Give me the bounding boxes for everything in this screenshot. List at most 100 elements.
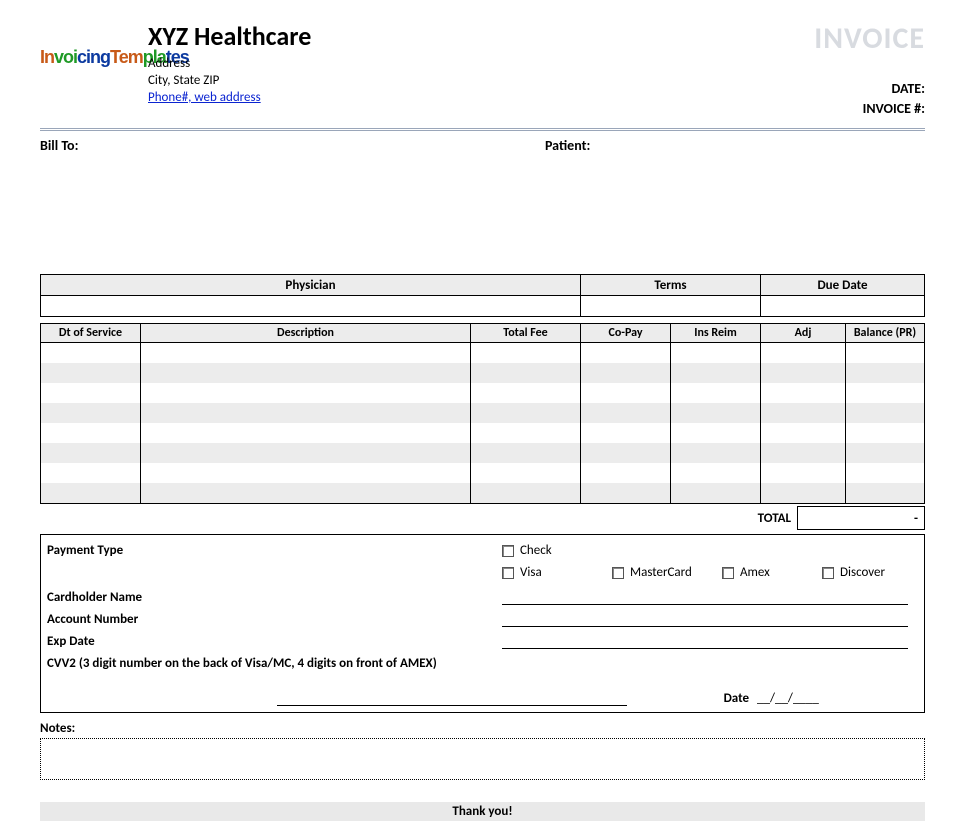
item-cell-desc[interactable]	[141, 443, 471, 463]
item-cell-copay[interactable]	[581, 423, 671, 443]
item-cell-reim[interactable]	[671, 463, 761, 483]
item-cell-desc[interactable]	[141, 363, 471, 383]
item-cell-copay[interactable]	[581, 443, 671, 463]
item-cell-fee[interactable]	[471, 443, 581, 463]
item-cell-bal[interactable]	[846, 423, 925, 443]
exp-label: Exp Date	[47, 634, 502, 649]
logo-part-3: cing	[77, 47, 110, 67]
total-label: TOTAL	[40, 507, 798, 530]
item-cell-adj[interactable]	[761, 443, 846, 463]
item-cell-dt[interactable]	[41, 423, 141, 443]
checkbox-mastercard[interactable]	[612, 567, 624, 579]
item-cell-adj[interactable]	[761, 403, 846, 423]
summary-due-date-value[interactable]	[761, 296, 925, 317]
item-cell-adj[interactable]	[761, 483, 846, 504]
item-cell-dt[interactable]	[41, 363, 141, 383]
item-cell-fee[interactable]	[471, 363, 581, 383]
checkbox-check[interactable]	[502, 545, 514, 557]
item-cell-copay[interactable]	[581, 463, 671, 483]
item-cell-reim[interactable]	[671, 483, 761, 504]
item-cell-bal[interactable]	[846, 363, 925, 383]
payment-type-label: Payment Type	[47, 543, 502, 558]
summary-header-physician: Physician	[41, 275, 581, 296]
item-cell-fee[interactable]	[471, 483, 581, 504]
company-address-2: City, State ZIP	[148, 73, 657, 90]
item-cell-fee[interactable]	[471, 343, 581, 364]
item-cell-reim[interactable]	[671, 443, 761, 463]
item-cell-fee[interactable]	[471, 463, 581, 483]
item-cell-bal[interactable]	[846, 443, 925, 463]
item-cell-adj[interactable]	[761, 463, 846, 483]
col-total-fee: Total Fee	[471, 324, 581, 343]
item-cell-bal[interactable]	[846, 463, 925, 483]
meta-date-label: DATE:	[665, 79, 925, 99]
col-ins-reim: Ins Reim	[671, 324, 761, 343]
footer-thank-you: Thank you!	[40, 802, 925, 821]
item-cell-copay[interactable]	[581, 403, 671, 423]
summary-header-terms: Terms	[581, 275, 761, 296]
account-label: Account Number	[47, 612, 502, 627]
item-cell-copay[interactable]	[581, 383, 671, 403]
summary-physician-value[interactable]	[41, 296, 581, 317]
signature-line[interactable]	[277, 691, 627, 706]
item-cell-bal[interactable]	[846, 343, 925, 364]
item-cell-adj[interactable]	[761, 423, 846, 443]
notes-box[interactable]	[40, 738, 925, 780]
item-cell-reim[interactable]	[671, 423, 761, 443]
item-cell-adj[interactable]	[761, 383, 846, 403]
item-cell-dt[interactable]	[41, 483, 141, 504]
col-balance-pr: Balance (PR)	[846, 324, 925, 343]
logo: InvoicingTemplates	[40, 48, 140, 66]
item-cell-adj[interactable]	[761, 363, 846, 383]
item-cell-dt[interactable]	[41, 443, 141, 463]
signature-date-value[interactable]: __/__/____	[757, 691, 897, 706]
total-value: -	[798, 507, 925, 530]
exp-field[interactable]	[502, 634, 908, 649]
item-cell-copay[interactable]	[581, 363, 671, 383]
summary-header-due-date: Due Date	[761, 275, 925, 296]
payment-box: Payment Type Check Visa MasterCard Amex …	[40, 534, 925, 713]
company-contact-link[interactable]: Phone#, web address	[148, 90, 261, 105]
header-divider	[40, 128, 925, 131]
item-cell-bal[interactable]	[846, 483, 925, 504]
item-cell-fee[interactable]	[471, 383, 581, 403]
item-cell-reim[interactable]	[671, 383, 761, 403]
col-co-pay: Co-Pay	[581, 324, 671, 343]
account-field[interactable]	[502, 612, 908, 627]
item-cell-desc[interactable]	[141, 343, 471, 364]
cardholder-field[interactable]	[502, 590, 908, 605]
item-cell-desc[interactable]	[141, 463, 471, 483]
logo-part-2: voi	[54, 47, 77, 67]
item-cell-desc[interactable]	[141, 423, 471, 443]
item-cell-adj[interactable]	[761, 343, 846, 364]
cardholder-label: Cardholder Name	[47, 590, 502, 605]
bill-to-label: Bill To:	[40, 137, 545, 154]
payopt-amex: Amex	[740, 565, 770, 580]
cvv-label: CVV2 (3 digit number on the back of Visa…	[47, 656, 502, 671]
checkbox-visa[interactable]	[502, 567, 514, 579]
item-cell-desc[interactable]	[141, 403, 471, 423]
item-cell-copay[interactable]	[581, 343, 671, 364]
total-row: TOTAL -	[40, 506, 925, 530]
checkbox-amex[interactable]	[722, 567, 734, 579]
item-cell-desc[interactable]	[141, 383, 471, 403]
signature-date-label: Date	[707, 691, 757, 706]
checkbox-discover[interactable]	[822, 567, 834, 579]
items-table: Dt of Service Description Total Fee Co-P…	[40, 323, 925, 504]
item-cell-reim[interactable]	[671, 343, 761, 364]
item-cell-dt[interactable]	[41, 383, 141, 403]
col-dt-of-service: Dt of Service	[41, 324, 141, 343]
item-cell-copay[interactable]	[581, 483, 671, 504]
item-cell-dt[interactable]	[41, 403, 141, 423]
item-cell-bal[interactable]	[846, 403, 925, 423]
item-cell-desc[interactable]	[141, 483, 471, 504]
item-cell-reim[interactable]	[671, 403, 761, 423]
item-cell-dt[interactable]	[41, 343, 141, 364]
item-cell-reim[interactable]	[671, 363, 761, 383]
item-cell-dt[interactable]	[41, 463, 141, 483]
item-cell-fee[interactable]	[471, 403, 581, 423]
item-cell-fee[interactable]	[471, 423, 581, 443]
summary-terms-value[interactable]	[581, 296, 761, 317]
notes-label: Notes:	[40, 721, 925, 736]
item-cell-bal[interactable]	[846, 383, 925, 403]
